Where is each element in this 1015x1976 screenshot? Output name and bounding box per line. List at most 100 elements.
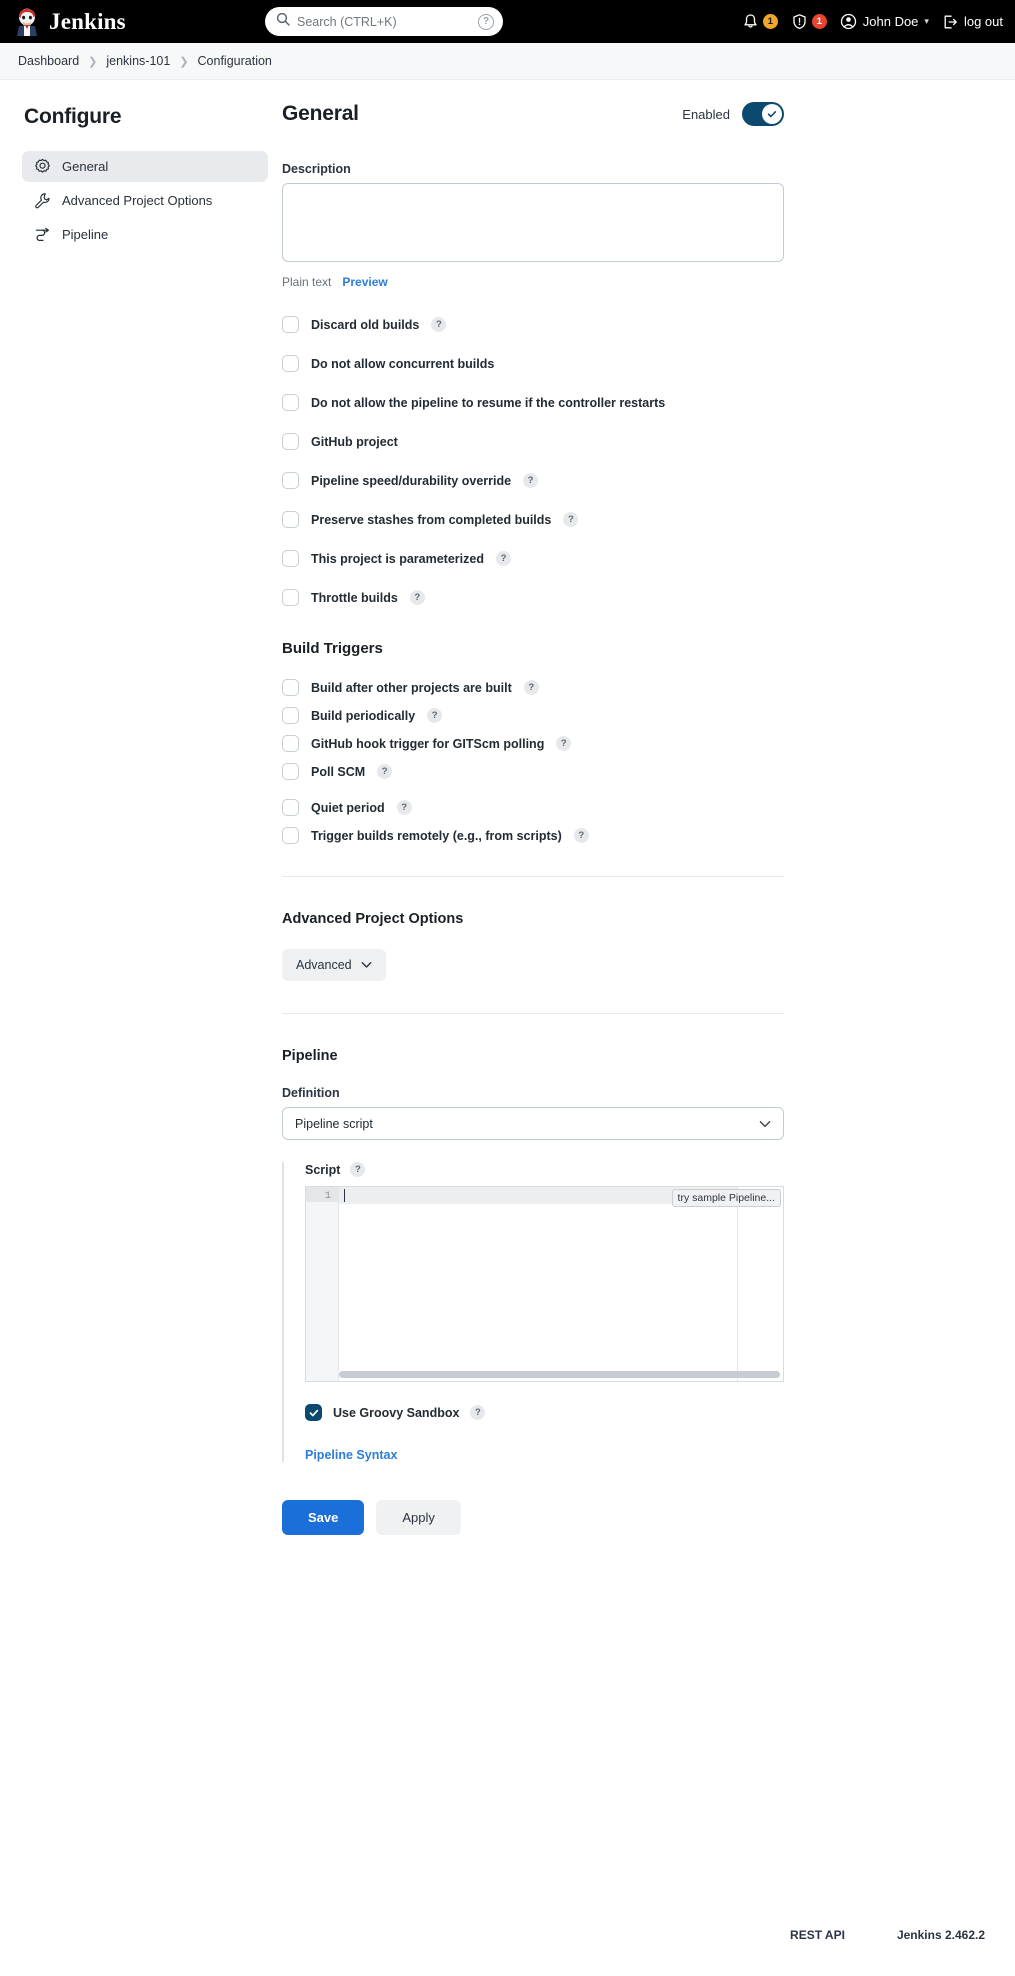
sidebar-item-general[interactable]: General (22, 151, 268, 182)
description-label: Description (282, 162, 351, 176)
logout-label: log out (963, 14, 1003, 29)
section-title-advanced-project-options: Advanced Project Options (282, 911, 464, 927)
apply-button[interactable]: Apply (376, 1500, 461, 1535)
checkbox[interactable] (282, 550, 299, 567)
sandbox-checkbox-row[interactable]: Use Groovy Sandbox ? (305, 1404, 784, 1421)
general-section-header: General Enabled (282, 102, 784, 126)
checkbox-label: Build after other projects are built (311, 680, 512, 695)
checkbox[interactable] (282, 799, 299, 816)
checkbox-row-no-concurrent-builds[interactable]: Do not allow concurrent builds (282, 355, 784, 372)
checkbox-row-github-project[interactable]: GitHub project (282, 433, 784, 450)
help-icon[interactable]: ? (377, 764, 393, 779)
breadcrumb: Dashboard ❯ jenkins-101 ❯ Configuration (0, 43, 1015, 80)
try-sample-pipeline-dropdown[interactable]: try sample Pipeline... (671, 1189, 781, 1207)
breadcrumb-item-dashboard[interactable]: Dashboard (18, 54, 79, 68)
checkbox-row-quiet-period[interactable]: Quiet period ? (282, 799, 784, 816)
checkbox[interactable] (282, 433, 299, 450)
checkbox[interactable] (282, 735, 299, 752)
editor-right-rail (737, 1187, 783, 1381)
configure-sidebar: Configure General Advanced Project Optio… (0, 102, 282, 1535)
help-icon[interactable]: ? (409, 590, 425, 605)
checkbox-label: Do not allow concurrent builds (311, 356, 495, 371)
search-help-icon[interactable]: ? (478, 13, 494, 30)
section-title-pipeline: Pipeline (282, 1048, 338, 1064)
checkbox-row-throttle-builds[interactable]: Throttle builds ? (282, 589, 784, 606)
help-icon[interactable]: ? (495, 551, 511, 566)
user-avatar-icon (840, 13, 856, 30)
checkbox-row-poll-scm[interactable]: Poll SCM ? (282, 763, 784, 780)
jenkins-brand[interactable]: Jenkins (14, 8, 126, 36)
script-header: Script ? (305, 1162, 784, 1177)
sidebar-item-label: General (62, 159, 109, 174)
checkbox[interactable] (282, 827, 299, 844)
checkbox-label: Do not allow the pipeline to resume if t… (311, 395, 666, 410)
help-icon[interactable]: ? (396, 800, 412, 815)
editor-horizontal-scrollbar[interactable] (339, 1371, 780, 1378)
enabled-toggle[interactable] (742, 102, 784, 126)
sidebar-item-pipeline[interactable]: Pipeline (22, 219, 268, 250)
preview-link[interactable]: Preview (342, 275, 387, 289)
help-icon[interactable]: ? (556, 736, 572, 751)
security-badge: 1 (811, 14, 827, 29)
checkbox[interactable] (282, 316, 299, 333)
advanced-button[interactable]: Advanced (282, 949, 386, 981)
logout-icon (944, 15, 957, 28)
help-icon[interactable]: ? (523, 473, 539, 488)
help-icon[interactable]: ? (431, 317, 447, 332)
save-button[interactable]: Save (282, 1500, 365, 1535)
definition-select[interactable]: Pipeline script (282, 1107, 784, 1140)
chevron-down-icon (759, 1117, 771, 1131)
use-groovy-sandbox-checkbox[interactable] (305, 1404, 322, 1421)
checkbox[interactable] (282, 763, 299, 780)
search-input[interactable] (297, 14, 471, 29)
checkbox-row-discard-old-builds[interactable]: Discard old builds ? (282, 316, 784, 333)
help-icon[interactable]: ? (523, 680, 539, 695)
checkbox-row-build-after-other-projects[interactable]: Build after other projects are built ? (282, 679, 784, 696)
notifications-button[interactable]: 1 (742, 13, 778, 30)
breadcrumb-item-job[interactable]: jenkins-101 (106, 54, 170, 68)
checkbox-label: Discard old builds (311, 317, 420, 332)
help-icon[interactable]: ? (350, 1162, 366, 1177)
help-icon[interactable]: ? (573, 828, 589, 843)
checkbox[interactable] (282, 355, 299, 372)
description-meta: Plain text Preview (282, 275, 784, 289)
description-input[interactable] (282, 183, 784, 262)
checkbox-row-trigger-builds-remotely[interactable]: Trigger builds remotely (e.g., from scri… (282, 827, 784, 844)
user-menu-button[interactable]: John Doe ▾ (840, 13, 929, 30)
rest-api-link[interactable]: REST API (790, 1928, 845, 1942)
sidebar-item-advanced-project-options[interactable]: Advanced Project Options (22, 185, 268, 216)
chevron-down-icon: ▾ (924, 16, 929, 26)
checkbox[interactable] (282, 394, 299, 411)
security-warnings-button[interactable]: 1 (791, 13, 827, 30)
general-checkbox-list: Discard old builds ? Do not allow concur… (282, 316, 784, 606)
checkbox-label: This project is parameterized (311, 551, 484, 566)
checkbox-row-github-hook-trigger[interactable]: GitHub hook trigger for GITScm polling ? (282, 735, 784, 752)
checkbox-label: GitHub project (311, 434, 398, 449)
help-icon[interactable]: ? (470, 1405, 486, 1420)
checkbox[interactable] (282, 511, 299, 528)
chevron-down-icon (361, 958, 372, 972)
checkbox-row-parameterized[interactable]: This project is parameterized ? (282, 550, 784, 567)
bell-icon (744, 14, 757, 28)
checkbox[interactable] (282, 679, 299, 696)
checkbox[interactable] (282, 472, 299, 489)
script-code-editor[interactable]: 1 try sample Pipeline... (305, 1186, 784, 1382)
search-box[interactable]: ? (265, 7, 503, 36)
checkbox-row-build-periodically[interactable]: Build periodically ? (282, 707, 784, 724)
checkbox-row-pipeline-speed-durability[interactable]: Pipeline speed/durability override ? (282, 472, 784, 489)
checkbox[interactable] (282, 589, 299, 606)
help-icon[interactable]: ? (563, 512, 579, 527)
checkbox-row-no-resume-on-restart[interactable]: Do not allow the pipeline to resume if t… (282, 394, 784, 411)
checkbox-label: Build periodically (311, 708, 416, 723)
help-icon[interactable]: ? (427, 708, 443, 723)
breadcrumb-separator-icon: ❯ (179, 55, 189, 68)
logout-button[interactable]: log out (942, 14, 1003, 30)
checkbox[interactable] (282, 707, 299, 724)
checkbox-row-preserve-stashes[interactable]: Preserve stashes from completed builds ? (282, 511, 784, 528)
pipeline-syntax-link[interactable]: Pipeline Syntax (305, 1448, 784, 1462)
breadcrumb-item-configuration[interactable]: Configuration (198, 54, 272, 68)
jenkins-logo-icon (14, 8, 40, 36)
top-navigation-bar: Jenkins ? 1 1 (0, 0, 1015, 43)
section-title-build-triggers: Build Triggers (282, 640, 383, 657)
advanced-button-label: Advanced (296, 958, 352, 972)
